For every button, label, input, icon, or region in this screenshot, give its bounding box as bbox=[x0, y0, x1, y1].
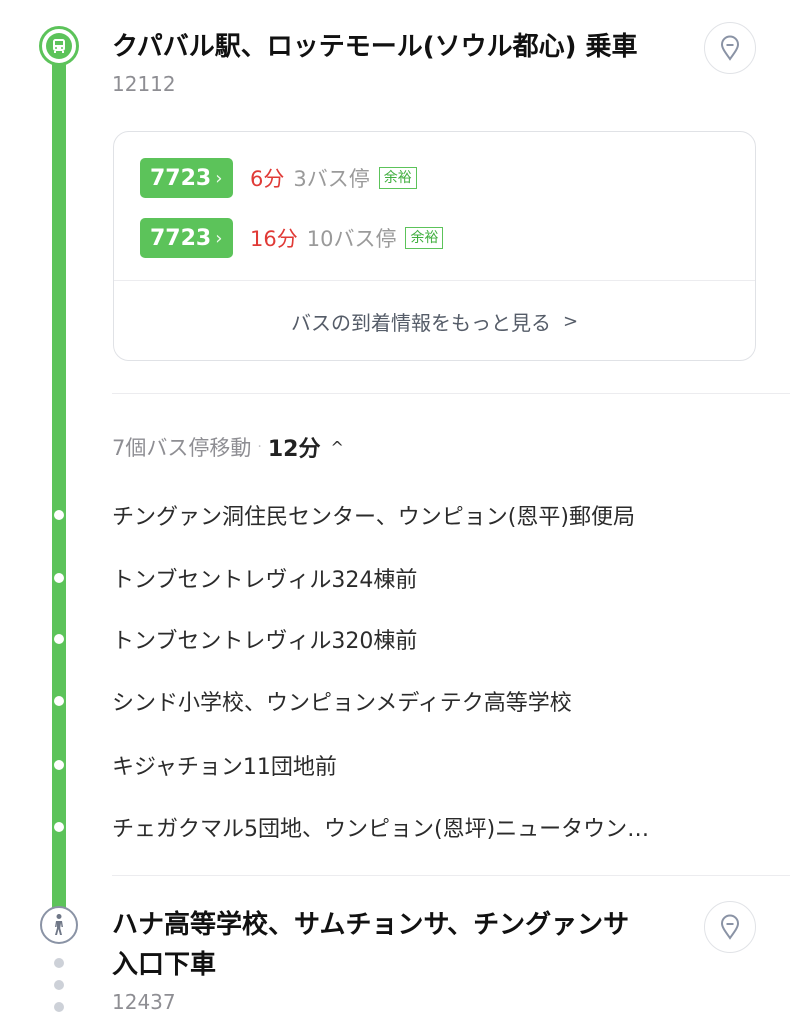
stops-count-label: 7個バス停移動 bbox=[112, 436, 252, 460]
alighting-station-name-line2[interactable]: 入口下車 bbox=[112, 946, 672, 984]
section-divider bbox=[112, 393, 790, 394]
intermediate-stop[interactable]: トンブセントレヴィル320棟前 bbox=[112, 623, 752, 655]
bus-number-badge[interactable]: 7723 › bbox=[140, 158, 233, 198]
more-arrivals-label: バスの到着情報をもっと見る bbox=[290, 310, 551, 335]
stop-dot bbox=[54, 760, 64, 770]
intermediate-stop[interactable]: シンド小学校、ウンピョンメディテク高等学校 bbox=[112, 685, 752, 717]
boarding-station-name[interactable]: クパバル駅、ロッテモール(ソウル都心) 乗車 bbox=[112, 28, 672, 66]
bus-number-badge[interactable]: 7723 › bbox=[140, 218, 233, 258]
alighting-station-id: 12437 bbox=[112, 990, 176, 1014]
crowding-badge: 余裕 bbox=[378, 167, 417, 189]
ride-duration: 12分 bbox=[267, 437, 321, 462]
arrival-card: 7723 › 6分 3バス停 余裕 7723 › 16分 10バス停 余裕 バス… bbox=[113, 131, 756, 361]
section-divider bbox=[112, 875, 790, 876]
walking-person-icon bbox=[55, 914, 63, 935]
separator: · bbox=[257, 439, 262, 455]
bus-number: 7723 bbox=[150, 225, 212, 251]
stop-dot bbox=[54, 510, 64, 520]
stop-dot bbox=[54, 634, 64, 644]
walk-dot bbox=[54, 1002, 64, 1012]
boarding-station-id: 12112 bbox=[112, 72, 176, 96]
more-arrivals-link[interactable]: バスの到着情報をもっと見る > bbox=[114, 281, 755, 361]
arrival-row: 7723 › 6分 3バス停 余裕 bbox=[140, 158, 417, 198]
stops-toggle[interactable]: 7個バス停移動 · 12分 ^ bbox=[112, 430, 344, 464]
chevron-right-icon: > bbox=[562, 310, 579, 332]
map-pin-icon bbox=[720, 35, 740, 61]
crowding-badge: 余裕 bbox=[405, 227, 444, 249]
chevron-right-icon: › bbox=[215, 167, 223, 189]
arrival-row: 7723 › 16分 10バス停 余裕 bbox=[140, 218, 444, 258]
arrival-minutes: 6分 bbox=[250, 167, 285, 191]
walk-dot bbox=[54, 980, 64, 990]
chevron-right-icon: › bbox=[215, 227, 223, 249]
arrival-stops: 10バス停 bbox=[306, 227, 397, 251]
chevron-up-icon: ^ bbox=[330, 437, 344, 457]
alighting-marker bbox=[40, 906, 78, 944]
map-pin-icon bbox=[720, 914, 740, 940]
alighting-map-pin-button[interactable] bbox=[704, 901, 756, 953]
stop-dot bbox=[54, 822, 64, 832]
alighting-station-name[interactable]: ハナ高等学校、サムチョンサ、チングァンサ bbox=[112, 906, 672, 944]
stop-dot bbox=[54, 573, 64, 583]
intermediate-stop[interactable]: キジャチョン11団地前 bbox=[112, 749, 752, 781]
bus-icon bbox=[46, 33, 72, 59]
arrival-stops: 3バス停 bbox=[293, 167, 370, 191]
route-line bbox=[52, 50, 66, 912]
intermediate-stop[interactable]: チングァン洞住民センター、ウンピョン(恩平)郵便局 bbox=[112, 499, 752, 531]
boarding-marker bbox=[39, 26, 79, 66]
stop-dot bbox=[54, 696, 64, 706]
intermediate-stop[interactable]: チェガクマル5団地、ウンピョン(恩坪)ニュータウン… bbox=[112, 811, 752, 843]
boarding-map-pin-button[interactable] bbox=[704, 22, 756, 74]
intermediate-stop[interactable]: トンブセントレヴィル324棟前 bbox=[112, 562, 752, 594]
walk-dot bbox=[54, 958, 64, 968]
bus-number: 7723 bbox=[150, 165, 212, 191]
arrival-minutes: 16分 bbox=[250, 227, 298, 251]
